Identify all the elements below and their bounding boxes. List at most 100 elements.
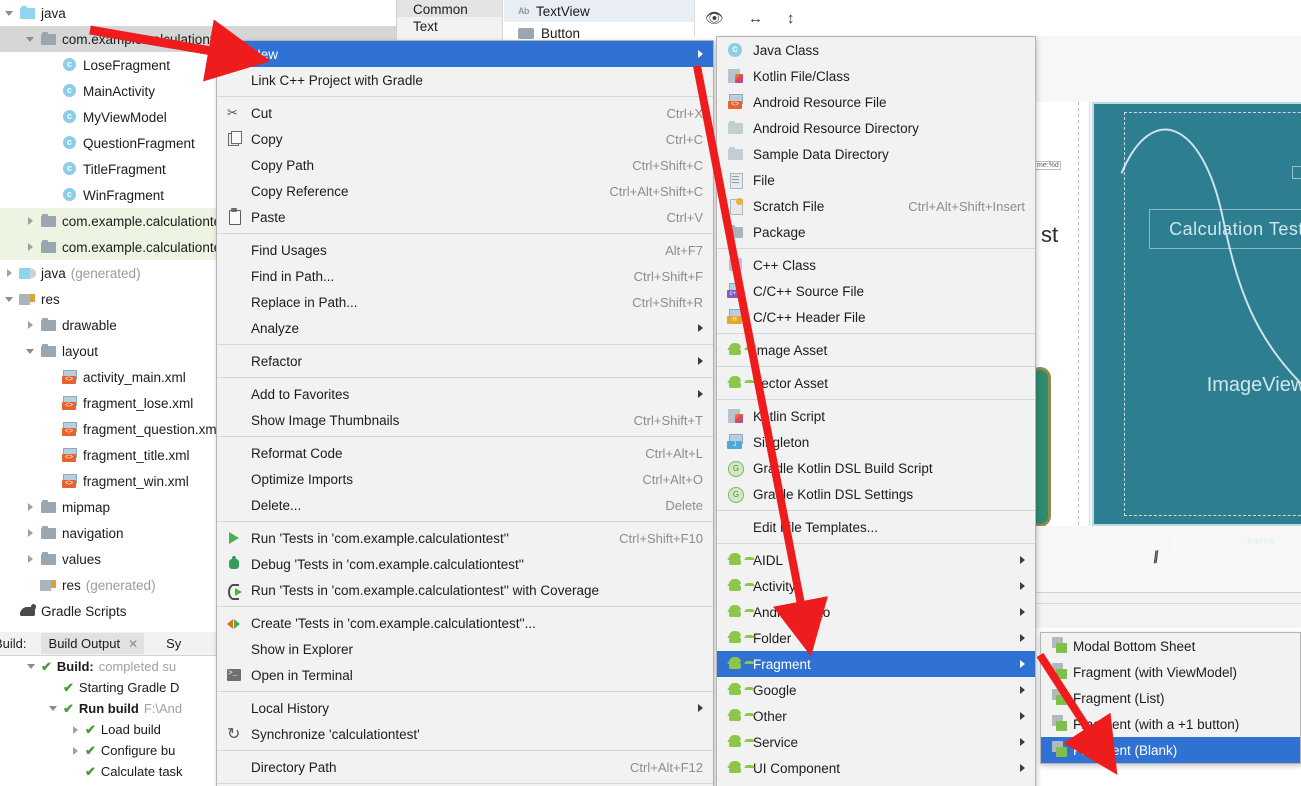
menu-item[interactable]: Android Resource Directory bbox=[717, 115, 1035, 141]
menu-item[interactable]: Find in Path... Ctrl+Shift+F bbox=[217, 263, 713, 289]
tree-twisty-expanded[interactable] bbox=[25, 345, 38, 358]
palette-item-button[interactable]: Button bbox=[504, 22, 694, 40]
menu-separator bbox=[217, 436, 713, 437]
menu-item[interactable]: Copy Reference Ctrl+Alt+Shift+C bbox=[217, 178, 713, 204]
menu-item[interactable]: Android Resource File bbox=[717, 89, 1035, 115]
menu-item[interactable]: AIDL bbox=[717, 547, 1035, 573]
menu-item[interactable]: Image Asset bbox=[717, 337, 1035, 363]
menu-item[interactable]: Google bbox=[717, 677, 1035, 703]
menu-item[interactable]: Singleton bbox=[717, 429, 1035, 455]
menu-item[interactable]: Open in Terminal bbox=[217, 662, 713, 688]
menu-item[interactable]: Gradle Kotlin DSL Settings bbox=[717, 481, 1035, 507]
tree-twisty-collapsed[interactable] bbox=[25, 501, 38, 514]
menu-item[interactable]: Delete... Delete bbox=[217, 492, 713, 518]
tree-twisty-collapsed[interactable] bbox=[25, 215, 38, 228]
gradle-kotlin-icon bbox=[727, 486, 744, 503]
menu-item[interactable]: Kotlin Script bbox=[717, 403, 1035, 429]
palette-item-textview[interactable]: Ab TextView bbox=[504, 0, 694, 22]
menu-item[interactable]: Fragment (Blank) bbox=[1041, 737, 1300, 763]
menu-item[interactable]: Scratch File Ctrl+Alt+Shift+Insert bbox=[717, 193, 1035, 219]
build-twisty-collapsed[interactable] bbox=[70, 723, 83, 736]
tree-row[interactable]: java bbox=[0, 0, 396, 26]
menu-item[interactable]: C/C++ Header File bbox=[717, 304, 1035, 330]
new-submenu[interactable]: Java Class Kotlin File/Class Android Resou… bbox=[716, 36, 1036, 786]
folder-icon bbox=[40, 317, 57, 333]
blueprint-canvas[interactable]: High Score: % Calculation Test ImageView… bbox=[1092, 102, 1301, 555]
menu-item-shortcut: Ctrl+Alt+F12 bbox=[630, 759, 703, 775]
menu-item[interactable]: Service bbox=[717, 729, 1035, 755]
menu-item[interactable]: Refactor bbox=[217, 348, 713, 374]
menu-item[interactable]: Local History bbox=[217, 695, 713, 721]
menu-item[interactable]: Create 'Tests in 'com.example.calculatio… bbox=[217, 610, 713, 636]
menu-item[interactable]: Show Image Thumbnails Ctrl+Shift+T bbox=[217, 407, 713, 433]
menu-item[interactable]: Other bbox=[717, 703, 1035, 729]
eye-icon[interactable]: 👁 bbox=[705, 9, 724, 27]
menu-item[interactable]: Gradle Kotlin DSL Build Script bbox=[717, 455, 1035, 481]
build-twisty-expanded[interactable] bbox=[48, 702, 61, 715]
menu-item[interactable]: C++ Class bbox=[717, 252, 1035, 278]
fragment-submenu[interactable]: Modal Bottom Sheet Fragment (with ViewMod… bbox=[1040, 632, 1301, 764]
menu-item-label: Fragment (with a +1 button) bbox=[1073, 716, 1240, 732]
android-icon bbox=[727, 604, 743, 619]
menu-item[interactable]: Add to Favorites bbox=[217, 381, 713, 407]
tree-twisty-collapsed[interactable] bbox=[4, 267, 17, 280]
tree-twisty-collapsed[interactable] bbox=[25, 527, 38, 540]
menu-item[interactable]: Replace in Path... Ctrl+Shift+R bbox=[217, 289, 713, 315]
menu-item[interactable]: Sample Data Directory bbox=[717, 141, 1035, 167]
menu-item-shortcut: Ctrl+Alt+Shift+Insert bbox=[908, 198, 1025, 214]
menu-item[interactable]: Kotlin File/Class bbox=[717, 63, 1035, 89]
menu-item[interactable]: Debug 'Tests in 'com.example.calculation… bbox=[217, 551, 713, 577]
tree-twisty-expanded[interactable] bbox=[4, 7, 17, 20]
menu-item[interactable]: Run 'Tests in 'com.example.calculationte… bbox=[217, 577, 713, 603]
palette-category-common[interactable]: Common bbox=[397, 0, 502, 17]
folder-icon bbox=[40, 31, 57, 47]
menu-item[interactable]: Edit File Templates... bbox=[717, 514, 1035, 540]
menu-item[interactable]: New bbox=[217, 41, 713, 67]
menu-item[interactable]: Link C++ Project with Gradle bbox=[217, 67, 713, 93]
menu-item[interactable]: Copy Ctrl+C bbox=[217, 126, 713, 152]
menu-item[interactable]: Package bbox=[717, 219, 1035, 245]
palette-category-text[interactable]: Text bbox=[397, 17, 502, 34]
menu-item[interactable]: Paste Ctrl+V bbox=[217, 204, 713, 230]
menu-item[interactable]: Reformat Code Ctrl+Alt+L bbox=[217, 440, 713, 466]
tree-twisty-collapsed[interactable] bbox=[25, 553, 38, 566]
menu-item[interactable]: Wear bbox=[717, 781, 1035, 786]
menu-item[interactable]: Folder bbox=[717, 625, 1035, 651]
menu-item[interactable]: File bbox=[717, 167, 1035, 193]
menu-item[interactable]: Directory Path Ctrl+Alt+F12 bbox=[217, 754, 713, 780]
close-icon[interactable]: ✕ bbox=[128, 637, 138, 651]
build-twisty-expanded[interactable] bbox=[26, 660, 39, 673]
menu-item[interactable]: Fragment (with a +1 button) bbox=[1041, 711, 1300, 737]
menu-item[interactable]: Run 'Tests in 'com.example.calculationte… bbox=[217, 525, 713, 551]
tree-twisty-expanded[interactable] bbox=[4, 293, 17, 306]
tab-sync[interactable]: Sy bbox=[158, 633, 187, 654]
menu-item[interactable]: Android Auto bbox=[717, 599, 1035, 625]
tree-twisty-collapsed[interactable] bbox=[25, 241, 38, 254]
preview-enter-button[interactable]: ENTER bbox=[1174, 529, 1301, 555]
menu-item[interactable]: Show in Explorer bbox=[217, 636, 713, 662]
menu-item[interactable]: Cut Ctrl+X bbox=[217, 100, 713, 126]
menu-item[interactable]: Modal Bottom Sheet bbox=[1041, 633, 1300, 659]
menu-item[interactable]: C/C++ Source File bbox=[717, 278, 1035, 304]
context-menu[interactable]: New Link C++ Project with Gradle Cut Ctrl+X… bbox=[216, 40, 714, 786]
tree-twisty-collapsed[interactable] bbox=[25, 319, 38, 332]
build-twisty-collapsed[interactable] bbox=[70, 744, 83, 757]
menu-item[interactable]: Copy Path Ctrl+Shift+C bbox=[217, 152, 713, 178]
menu-item[interactable]: Activity bbox=[717, 573, 1035, 599]
tab-build-output[interactable]: Build Output ✕ bbox=[40, 633, 145, 654]
menu-item[interactable]: Analyze bbox=[217, 315, 713, 341]
menu-item[interactable]: Find Usages Alt+F7 bbox=[217, 237, 713, 263]
menu-item[interactable]: Vector Asset bbox=[717, 370, 1035, 396]
menu-item[interactable]: Optimize Imports Ctrl+Alt+O bbox=[217, 466, 713, 492]
tree-twisty-expanded[interactable] bbox=[25, 33, 38, 46]
menu-item[interactable]: Java Class bbox=[717, 37, 1035, 63]
menu-item[interactable]: Synchronize 'calculationtest' bbox=[217, 721, 713, 747]
horizontal-resize-icon[interactable]: ↔ bbox=[748, 10, 763, 27]
vertical-resize-icon[interactable]: ↕ bbox=[787, 10, 795, 27]
menu-item[interactable]: Fragment (with ViewModel) bbox=[1041, 659, 1300, 685]
menu-item[interactable]: UI Component bbox=[717, 755, 1035, 781]
menu-item-label: Cut bbox=[251, 105, 273, 121]
menu-item[interactable]: Fragment (List) bbox=[1041, 685, 1300, 711]
menu-item[interactable]: Fragment bbox=[717, 651, 1035, 677]
